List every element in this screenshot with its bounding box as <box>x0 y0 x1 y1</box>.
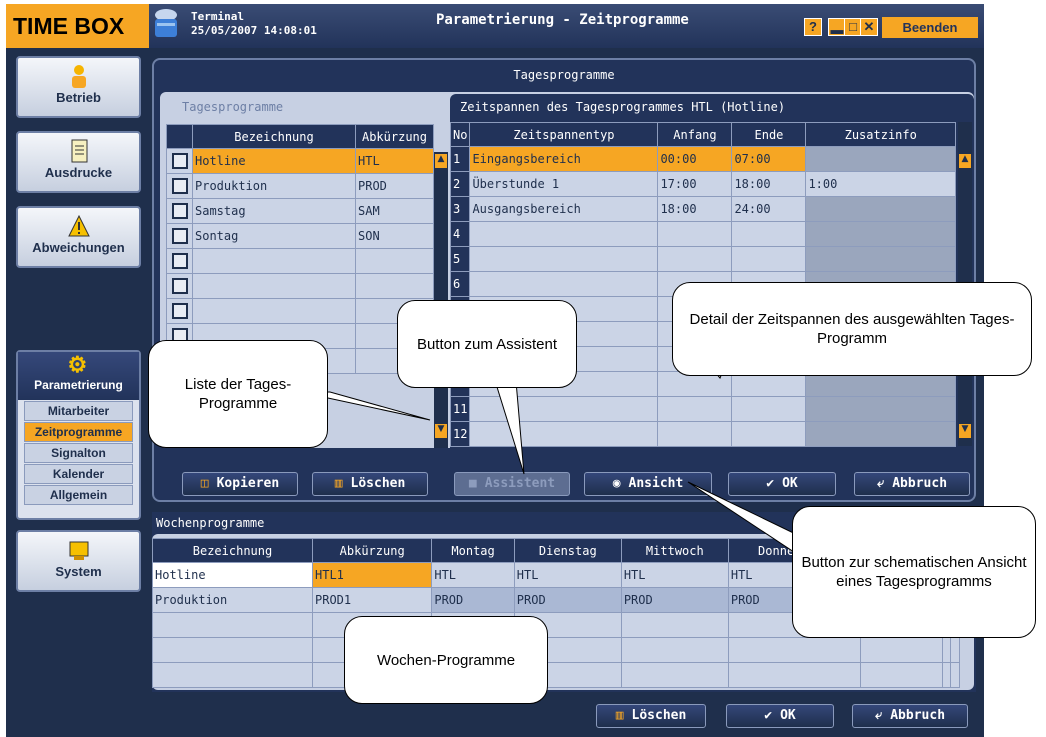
callout-assistent: Button zum Assistent <box>397 300 577 388</box>
callout-ansicht: Button zur schematischen Ansicht eines T… <box>792 506 1036 638</box>
callout-liste: Liste der Tages-Programme <box>148 340 328 448</box>
callout-wochen: Wochen-Programme <box>344 616 548 704</box>
callout-detail: Detail der Zeitspannen des ausgewählten … <box>672 282 1032 376</box>
